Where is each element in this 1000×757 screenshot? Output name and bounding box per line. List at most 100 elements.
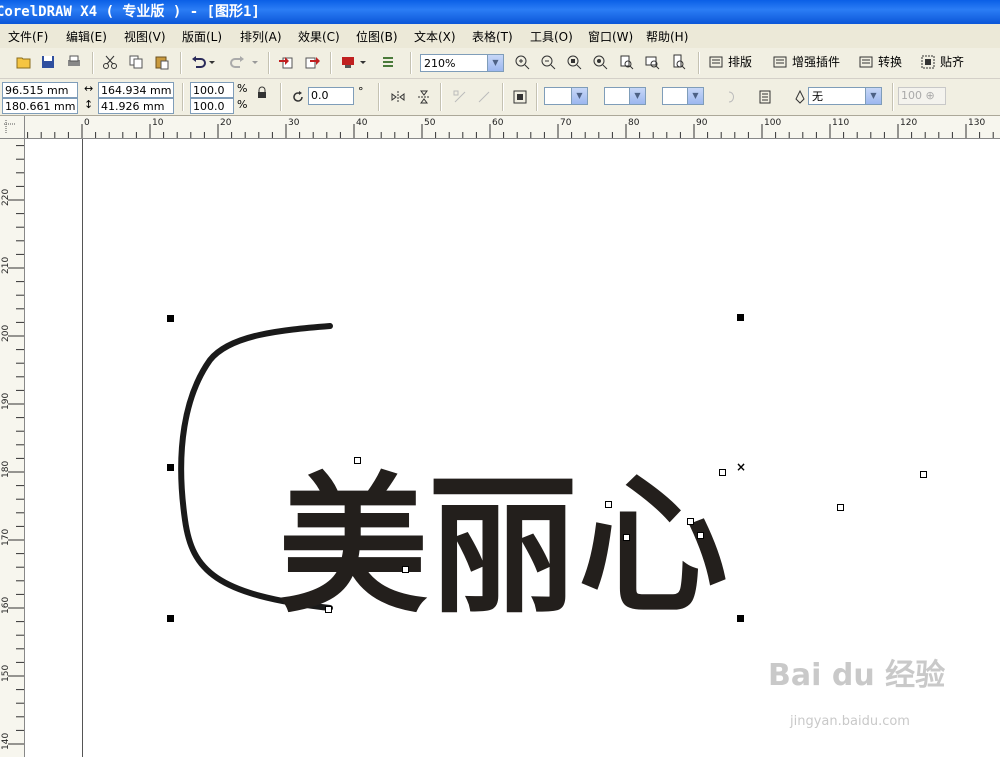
menu-view[interactable]: 视图(V)	[124, 28, 166, 45]
selection-handle-bottom-left[interactable]	[167, 615, 174, 622]
open-icon[interactable]	[14, 52, 34, 72]
application-launcher-icon[interactable]	[338, 52, 358, 72]
menu-file[interactable]: 文件(F)	[8, 28, 48, 45]
selection-handle-top-left[interactable]	[167, 315, 174, 322]
menu-bitmaps[interactable]: 位图(B)	[356, 28, 398, 45]
position-y-field[interactable]: 180.661 mm	[2, 98, 78, 114]
copy-icon[interactable]	[126, 52, 146, 72]
vertical-ruler[interactable]: 220 210 200 190 180 170 160 150 140	[0, 138, 25, 757]
ruler-tick-label: 140	[1, 732, 11, 750]
ruler-tick-label: 120	[900, 118, 918, 128]
curve-node[interactable]	[697, 532, 704, 539]
save-icon[interactable]	[38, 52, 58, 72]
rotation-angle-field[interactable]: 0.0	[308, 87, 354, 105]
scale-width-field[interactable]: 100.0	[190, 82, 234, 98]
mirror-vertical-icon[interactable]	[414, 87, 434, 107]
curve-node[interactable]	[687, 518, 694, 525]
welcome-screen-icon[interactable]	[378, 52, 398, 72]
line-style-start-select[interactable]: ▼	[544, 87, 588, 105]
selection-handle-bottom-middle[interactable]	[737, 615, 744, 622]
selection-handle-top-middle[interactable]	[737, 314, 744, 321]
plugin-typeset[interactable]: 排版	[708, 53, 752, 70]
height-icon: ↕	[84, 98, 94, 111]
ruler-tick-label: 110	[832, 118, 850, 128]
curve-node[interactable]	[920, 471, 927, 478]
menu-text[interactable]: 文本(X)	[414, 28, 456, 45]
paste-icon[interactable]	[152, 52, 172, 72]
combine-icon[interactable]	[474, 87, 494, 107]
line-style-select[interactable]: ▼	[604, 87, 646, 105]
convert-icon	[859, 56, 873, 67]
zoom-level-select[interactable]: 210% ▼	[420, 54, 504, 72]
plugin-snap[interactable]: 贴齐	[920, 53, 964, 70]
artwork-text[interactable]: 美丽心	[278, 460, 728, 634]
plugin-convert[interactable]: 转换	[858, 53, 902, 70]
ruler-tick-label: 130	[968, 118, 986, 128]
ruler-tick-label: 30	[288, 118, 300, 128]
scale-height-field[interactable]: 100.0	[190, 98, 234, 114]
ruler-tick-label: 170	[1, 528, 11, 546]
selection-handle-middle-left[interactable]	[167, 464, 174, 471]
menu-bar: 文件(F) 编辑(E) 视图(V) 版面(L) 排列(A) 效果(C) 位图(B…	[0, 24, 1000, 49]
undo-dropdown-icon[interactable]	[207, 52, 217, 72]
outline-width-value: 无	[812, 90, 823, 103]
redo-dropdown-icon[interactable]	[250, 52, 260, 72]
undo-icon[interactable]	[188, 52, 208, 72]
menu-help[interactable]: 帮助(H)	[646, 28, 688, 45]
cut-icon[interactable]	[100, 52, 120, 72]
title-bar: CorelDRAW X4 ( 专业版 ) - [图形1]	[0, 0, 1000, 24]
horizontal-ruler[interactable]: 0 10 20 30 40 50 60 70 80 90 100 110 120 130	[0, 116, 1000, 139]
menu-window[interactable]: 窗口(W)	[588, 28, 633, 45]
redo-icon[interactable]	[228, 52, 248, 72]
curve-node[interactable]	[837, 504, 844, 511]
curve-node[interactable]	[354, 457, 361, 464]
break-apart-icon[interactable]	[450, 87, 470, 107]
wrap-paragraph-text-icon[interactable]	[756, 87, 776, 107]
line-style-end-select[interactable]: ▼	[662, 87, 704, 105]
chevron-down-icon: ▼	[629, 88, 645, 104]
outline-width-select[interactable]: 无 ▼	[808, 87, 882, 105]
chevron-down-icon: ▼	[687, 88, 703, 104]
zoom-out-icon[interactable]	[538, 52, 558, 72]
object-width-field[interactable]: 164.934 mm	[98, 82, 174, 98]
plugin-enhance[interactable]: 增强插件	[772, 53, 840, 70]
lock-ratio-icon[interactable]	[252, 83, 272, 103]
chevron-down-icon: ▼	[571, 88, 587, 104]
menu-layout[interactable]: 版面(L)	[182, 28, 222, 45]
zoom-page-width-icon[interactable]	[642, 52, 662, 72]
curve-node[interactable]	[719, 469, 726, 476]
curve-node[interactable]	[623, 534, 630, 541]
scale-percent-label-2: %	[237, 98, 248, 111]
menu-effects[interactable]: 效果(C)	[298, 28, 340, 45]
disabled-percent-value: 100	[901, 89, 922, 102]
disabled-percent-field: 100 ⊕	[898, 87, 946, 105]
transform-icon[interactable]	[510, 87, 530, 107]
menu-table[interactable]: 表格(T)	[472, 28, 513, 45]
close-curve-icon[interactable]	[722, 87, 742, 107]
zoom-page-icon[interactable]	[616, 52, 636, 72]
zoom-all-icon[interactable]	[590, 52, 610, 72]
zoom-selected-icon[interactable]	[564, 52, 584, 72]
snap-icon	[921, 55, 935, 68]
zoom-in-icon[interactable]	[512, 52, 532, 72]
curve-node[interactable]	[325, 606, 332, 613]
zoom-page-height-icon[interactable]	[668, 52, 688, 72]
chevron-down-icon: ▼	[865, 88, 881, 104]
print-icon[interactable]	[64, 52, 84, 72]
object-height-field[interactable]: 41.926 mm	[98, 98, 174, 114]
menu-tools[interactable]: 工具(O)	[530, 28, 573, 45]
import-icon[interactable]	[276, 52, 296, 72]
export-icon[interactable]	[302, 52, 322, 72]
ruler-origin-corner[interactable]	[0, 116, 25, 139]
menu-arrange[interactable]: 排列(A)	[240, 28, 282, 45]
mirror-horizontal-icon[interactable]	[388, 87, 408, 107]
launcher-dropdown-icon[interactable]	[358, 52, 368, 72]
menu-edit[interactable]: 编辑(E)	[66, 28, 107, 45]
ruler-tick-label: 40	[356, 118, 368, 128]
typeset-icon	[709, 56, 723, 67]
center-marker-icon[interactable]: ×	[736, 460, 746, 474]
position-x-field[interactable]: 96.515 mm	[2, 82, 78, 98]
curve-node[interactable]	[605, 501, 612, 508]
ruler-tick-label: 80	[628, 118, 640, 128]
curve-node[interactable]	[402, 566, 409, 573]
